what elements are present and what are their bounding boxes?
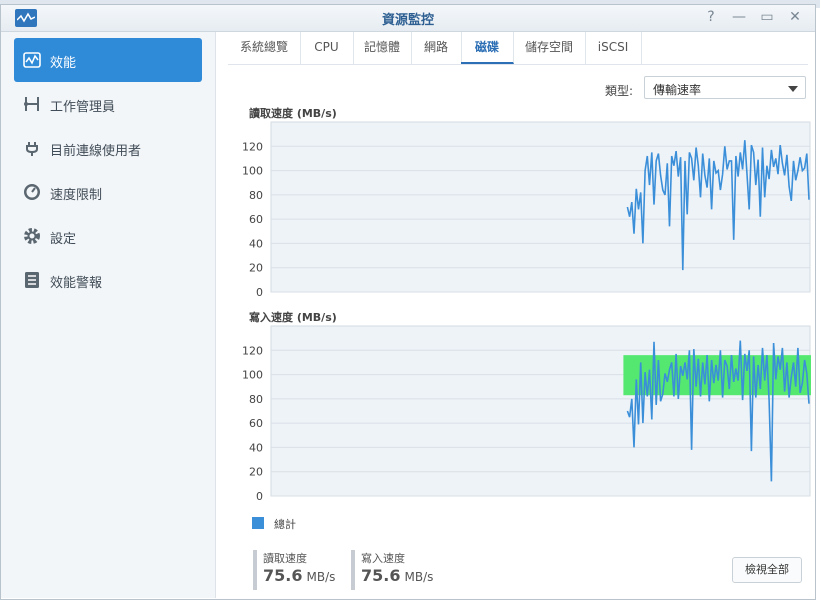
plot-area [270,325,811,497]
read-speed-unit: MB/s [306,570,336,584]
y-tick-label: 100 [242,165,263,178]
y-tick-label: 60 [249,417,263,430]
tab-cpu[interactable]: CPU [300,32,354,64]
plug-icon [23,139,41,157]
sidebar: 效能 工作管理員 目前連線使用者 速度限制 設定 效能警報 [1,32,216,598]
read-speed-chart: 0 20 40 60 80 100 120 [242,121,811,296]
performance-icon [23,51,41,69]
tab-disk[interactable]: 磁碟 [461,32,514,64]
legend-swatch-total [252,517,264,529]
window-title: 資源監控 [381,13,434,28]
sidebar-item-settings[interactable]: 設定 [14,214,202,258]
write-speed-stat: 寫入速度 75.6 MB/s [351,550,433,590]
read-speed-chart-title: 讀取速度 (MB/s) [249,107,337,120]
tab-bar: 系統總覽 CPU 記憶體 網路 磁碟 儲存空間 iSCSI [228,32,808,65]
write-speed-label: 寫入速度 [361,552,405,565]
view-all-button[interactable]: 檢視全部 [732,557,802,583]
tab-network[interactable]: 網路 [411,32,462,64]
write-speed-unit: MB/s [404,570,434,584]
plot-area [270,121,811,293]
read-speed-stat: 讀取速度 75.6 MB/s [253,550,335,590]
task-manager-icon [23,95,41,113]
write-speed-chart: 0 20 40 60 80 100 120 [242,325,811,500]
y-tick-label: 0 [256,286,263,296]
help-button[interactable]: ? [703,9,719,25]
close-button[interactable]: ✕ [787,9,803,25]
write-speed-chart-title: 寫入速度 (MB/s) [249,311,337,324]
y-tick-label: 40 [249,441,263,454]
sidebar-item-speed-limit[interactable]: 速度限制 [14,170,202,214]
type-select[interactable]: 傳輸速率 [644,76,806,99]
y-tick-label: 120 [242,344,263,357]
main-content: 系統總覽 CPU 記憶體 網路 磁碟 儲存空間 iSCSI 類型: 傳輸速率 讀… [216,32,816,598]
y-tick-label: 80 [249,393,263,406]
report-icon [23,271,41,289]
read-speed-label: 讀取速度 [263,552,307,565]
minimize-button[interactable]: — [731,9,747,25]
tab-iscsi[interactable]: iSCSI [585,32,642,64]
legend-label-total: 總計 [274,518,296,531]
sidebar-item-label: 目前連線使用者 [50,144,142,159]
sidebar-item-label: 效能警報 [50,276,103,291]
gear-icon [23,227,41,245]
sidebar-item-task-manager[interactable]: 工作管理員 [14,82,202,126]
y-tick-label: 80 [249,189,263,202]
speedometer-icon [23,183,41,201]
type-label: 類型: [605,84,634,98]
tab-memory[interactable]: 記憶體 [353,32,412,64]
sidebar-item-performance-alerts[interactable]: 效能警報 [14,258,202,302]
sidebar-item-label: 工作管理員 [50,100,116,115]
y-tick-label: 20 [249,466,263,479]
sidebar-item-label: 效能 [50,56,77,71]
y-tick-label: 20 [249,262,263,275]
y-tick-label: 100 [242,369,263,382]
write-speed-value: 75.6 [361,566,401,585]
sidebar-item-performance[interactable]: 效能 [14,38,202,82]
y-tick-label: 60 [249,213,263,226]
maximize-button[interactable]: ▭ [759,9,775,25]
read-speed-value: 75.6 [263,566,303,585]
sidebar-item-label: 設定 [50,232,77,247]
sidebar-item-label: 速度限制 [50,188,103,203]
tab-storage[interactable]: 儲存空間 [513,32,586,64]
y-tick-label: 40 [249,237,263,250]
tab-overview[interactable]: 系統總覽 [228,32,301,64]
sidebar-item-connected-users[interactable]: 目前連線使用者 [14,126,202,170]
y-tick-label: 120 [242,140,263,153]
y-tick-label: 0 [256,490,263,500]
resource-monitor-window: 資源監控 ? — ▭ ✕ 效能 工作管理員 目前連線使用者 速度限制 設定 效能… [0,4,816,600]
title-bar[interactable]: 資源監控 ? — ▭ ✕ [1,5,815,32]
type-select-value: 傳輸速率 [653,83,702,97]
chevron-down-icon [788,86,798,92]
